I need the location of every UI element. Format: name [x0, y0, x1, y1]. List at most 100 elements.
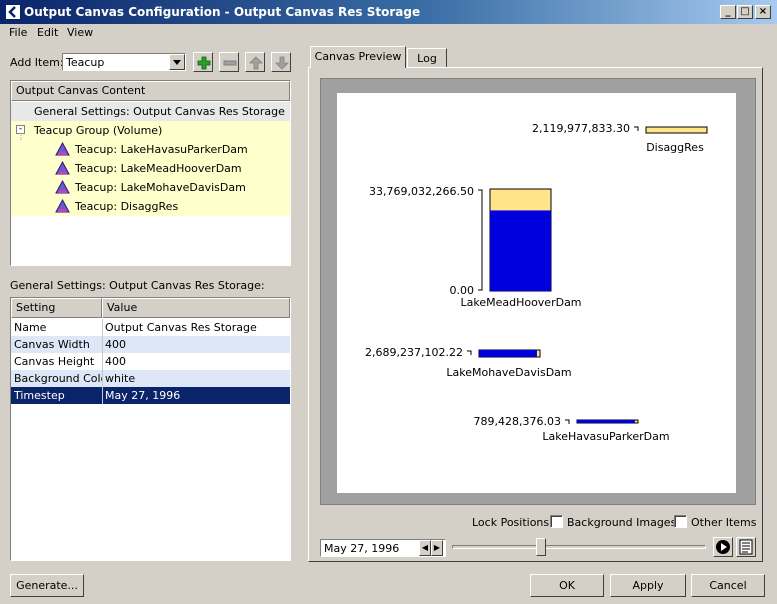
- teacup-water-fill: [577, 420, 635, 423]
- teacup-name-label: DisaggRes: [646, 141, 704, 154]
- timestep-slider-track[interactable]: [452, 545, 706, 549]
- maximize-button[interactable]: □: [737, 5, 753, 19]
- teacup-lakehavasu[interactable]: 789,428,376.03 LakeHavasuParkerDam: [474, 415, 670, 443]
- teacup-capacity-label: 789,428,376.03: [474, 415, 561, 428]
- minus-icon: [223, 60, 237, 66]
- menu-view[interactable]: View: [67, 26, 93, 39]
- remove-button[interactable]: [219, 52, 239, 72]
- ok-button[interactable]: OK: [530, 574, 604, 597]
- teacup-lakemead[interactable]: 33,769,032,266.50 0.00 LakeMeadHooverDam: [369, 185, 582, 309]
- arrow-down-icon: [275, 56, 289, 70]
- teacup-name-label: LakeMohaveDavisDam: [446, 366, 571, 379]
- tree-item-label: General Settings: Output Canvas Res Stor…: [34, 105, 285, 118]
- value-cell[interactable]: 400: [105, 353, 285, 370]
- teacup-disaggres[interactable]: 2,119,977,833.30 DisaggRes: [532, 122, 708, 154]
- tree-item-teacup-group[interactable]: - Teacup Group (Volume): [11, 121, 290, 140]
- notes-button[interactable]: [736, 537, 756, 557]
- tree-item-disaggres[interactable]: Teacup: DisaggRes: [11, 197, 290, 216]
- setting-cell: Background Color: [14, 372, 102, 385]
- tree-item-general-settings[interactable]: General Settings: Output Canvas Res Stor…: [11, 102, 290, 121]
- title-bar[interactable]: Output Canvas Configuration - Output Can…: [0, 0, 777, 24]
- app-icon: [5, 4, 21, 20]
- dropdown-arrow-icon[interactable]: [169, 54, 185, 70]
- other-items-label: Other Items: [691, 516, 757, 529]
- other-items-checkbox[interactable]: [674, 515, 687, 528]
- menu-edit[interactable]: Edit: [37, 26, 58, 39]
- teacup-capacity-label: 2,689,237,102.22: [365, 346, 463, 359]
- tab-canvas-preview[interactable]: Canvas Preview: [310, 46, 406, 68]
- teacup-empty-region: [645, 126, 708, 134]
- tree-item-label: Teacup: LakeMeadHooverDam: [75, 162, 242, 175]
- apply-button[interactable]: Apply: [610, 574, 686, 597]
- teacup-lakemohave[interactable]: 2,689,237,102.22 LakeMohaveDavisDam: [365, 346, 572, 379]
- table-row[interactable]: Canvas Width 400: [11, 336, 290, 353]
- play-icon: [716, 540, 730, 554]
- tree-item-lakemohave[interactable]: Teacup: LakeMohaveDavisDam: [11, 178, 290, 197]
- menu-bar: File Edit View: [0, 24, 777, 42]
- tree-item-label: Teacup: LakeHavasuParkerDam: [75, 143, 248, 156]
- plus-icon: [197, 56, 211, 70]
- teacup-scale-bracket: [478, 189, 483, 291]
- timestep-prev-icon[interactable]: ◀: [419, 540, 431, 556]
- table-row[interactable]: Name Output Canvas Res Storage: [11, 319, 290, 336]
- timestep-field[interactable]: May 27, 1996 ◀ ▶: [320, 539, 446, 557]
- value-cell[interactable]: Output Canvas Res Storage: [105, 319, 285, 336]
- teacup-icon: [55, 142, 70, 156]
- value-cell[interactable]: May 27, 1996: [105, 387, 285, 404]
- column-divider: [102, 319, 103, 404]
- setting-cell: Canvas Width: [14, 338, 90, 351]
- play-button[interactable]: [713, 537, 733, 557]
- settings-table[interactable]: Setting Value Name Output Canvas Res Sto…: [10, 297, 291, 561]
- tab-log[interactable]: Log: [407, 48, 447, 67]
- move-up-button[interactable]: [245, 52, 265, 72]
- canvas-content-tree[interactable]: Output Canvas Content General Settings: …: [10, 80, 291, 266]
- background-images-label: Background Images: [567, 516, 677, 529]
- column-header-setting[interactable]: Setting: [11, 298, 102, 318]
- setting-cell: Timestep: [14, 389, 65, 402]
- settings-section-label: General Settings: Output Canvas Res Stor…: [10, 279, 265, 292]
- teacup-water-fill: [490, 210, 551, 291]
- teacup-icon: [55, 199, 70, 213]
- timestep-value[interactable]: May 27, 1996: [324, 542, 399, 555]
- close-button[interactable]: ×: [755, 5, 771, 19]
- setting-cell: Name: [14, 321, 47, 334]
- column-header-value[interactable]: Value: [102, 298, 290, 318]
- teacup-tick: [467, 350, 472, 355]
- tree-item-label: Teacup: DisaggRes: [75, 200, 179, 213]
- teacup-name-label: LakeMeadHooverDam: [460, 296, 581, 309]
- teacup-tick: [634, 126, 639, 131]
- minimize-button[interactable]: _: [720, 5, 736, 19]
- tree-item-label: Teacup Group (Volume): [34, 124, 163, 137]
- table-row[interactable]: Background Color white: [11, 370, 290, 387]
- add-item-select[interactable]: Teacup: [62, 53, 186, 71]
- table-row-selected[interactable]: Timestep May 27, 1996: [11, 387, 290, 404]
- tree-item-lakehavasu[interactable]: Teacup: LakeHavasuParkerDam: [11, 140, 290, 159]
- generate-button[interactable]: Generate...: [10, 574, 84, 597]
- value-cell[interactable]: 400: [105, 336, 285, 353]
- teacup-capacity-label: 33,769,032,266.50: [369, 185, 474, 198]
- canvas-preview[interactable]: 2,119,977,833.30 DisaggRes 33,769,032,26…: [337, 93, 736, 493]
- menu-file[interactable]: File: [9, 26, 27, 39]
- setting-cell: Canvas Height: [14, 355, 95, 368]
- teacup-water-fill: [479, 350, 537, 357]
- document-icon: [739, 539, 753, 555]
- cancel-button[interactable]: Cancel: [691, 574, 765, 597]
- timestep-slider-thumb[interactable]: [535, 538, 546, 556]
- teacup-tick: [565, 419, 570, 424]
- add-item-label: Add Item:: [10, 56, 64, 69]
- teacup-icon: [55, 161, 70, 175]
- window-title: Output Canvas Configuration - Output Can…: [24, 5, 421, 19]
- table-row[interactable]: Canvas Height 400: [11, 353, 290, 370]
- add-button[interactable]: [193, 52, 213, 72]
- timestep-next-icon[interactable]: ▶: [431, 540, 443, 556]
- value-cell[interactable]: white: [105, 370, 285, 387]
- tree-item-label: Teacup: LakeMohaveDavisDam: [75, 181, 246, 194]
- arrow-up-icon: [249, 56, 263, 70]
- tree-item-lakemead[interactable]: Teacup: LakeMeadHooverDam: [11, 159, 290, 178]
- add-item-value: Teacup: [66, 56, 105, 69]
- teacup-name-label: LakeHavasuParkerDam: [542, 430, 669, 443]
- move-down-button[interactable]: [271, 52, 291, 72]
- teacup-icon: [55, 180, 70, 194]
- background-images-checkbox[interactable]: [550, 515, 563, 528]
- teacup-capacity-label: 2,119,977,833.30: [532, 122, 630, 135]
